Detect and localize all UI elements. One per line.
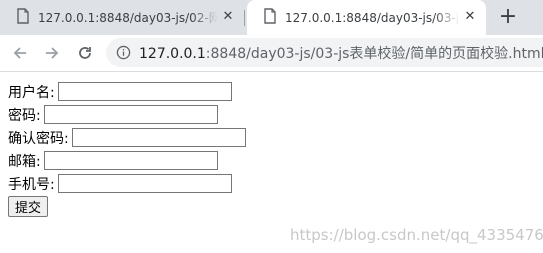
info-icon[interactable] (116, 45, 131, 61)
username-label: 用户名: (8, 84, 55, 101)
confirm-password-input[interactable] (71, 128, 246, 147)
confirm-password-label: 确认密码: (8, 130, 69, 147)
password-input[interactable] (43, 105, 218, 124)
close-icon[interactable]: ✕ (220, 9, 236, 25)
url-path: :8848/day03-js/03-js表单校验/简单的页面校验.html (205, 45, 543, 62)
submit-button[interactable]: 提交 (8, 196, 49, 217)
page-icon (263, 8, 277, 27)
tab-separator (244, 10, 245, 26)
tab-title: 127.0.0.1:8848/day03-js/03-js表 (285, 11, 460, 25)
tab-active[interactable]: 127.0.0.1:8848/day03-js/03-js表 ✕ (247, 0, 486, 35)
email-label: 邮箱: (8, 153, 41, 170)
username-row: 用户名: (8, 80, 246, 103)
tab-inactive[interactable]: 127.0.0.1:8848/day03-js/02-网 ✕ (0, 0, 244, 35)
email-input[interactable] (43, 151, 218, 170)
phone-row: 手机号: (8, 172, 246, 195)
forward-arrow-icon[interactable] (41, 42, 63, 64)
back-arrow-icon[interactable] (9, 42, 31, 64)
reload-icon[interactable] (74, 42, 96, 64)
browser-toolbar: 127.0.0.1:8848/day03-js/03-js表单校验/简单的页面校… (0, 35, 543, 72)
email-row: 邮箱: (8, 149, 246, 172)
password-label: 密码: (8, 107, 41, 124)
plus-icon[interactable]: + (497, 6, 519, 28)
tab-strip: 127.0.0.1:8848/day03-js/02-网 ✕ 127.0.0.1… (0, 0, 543, 35)
watermark-text: https://blog.csdn.net/qq_43354761 (290, 226, 543, 244)
tab-title: 127.0.0.1:8848/day03-js/02-网 (38, 11, 218, 25)
validation-form: 用户名: 密码: 确认密码: 邮箱: 手机号: 提交 (8, 80, 246, 217)
url-text: 127.0.0.1:8848/day03-js/03-js表单校验/简单的页面校… (139, 43, 543, 63)
phone-input[interactable] (57, 174, 232, 193)
page-icon (16, 8, 30, 27)
url-host: 127.0.0.1 (139, 45, 206, 62)
close-icon[interactable]: ✕ (462, 9, 478, 25)
confirm-password-row: 确认密码: (8, 126, 246, 149)
username-input[interactable] (57, 82, 232, 101)
password-row: 密码: (8, 103, 246, 126)
phone-label: 手机号: (8, 176, 55, 193)
address-bar[interactable]: 127.0.0.1:8848/day03-js/03-js表单校验/简单的页面校… (106, 38, 543, 67)
